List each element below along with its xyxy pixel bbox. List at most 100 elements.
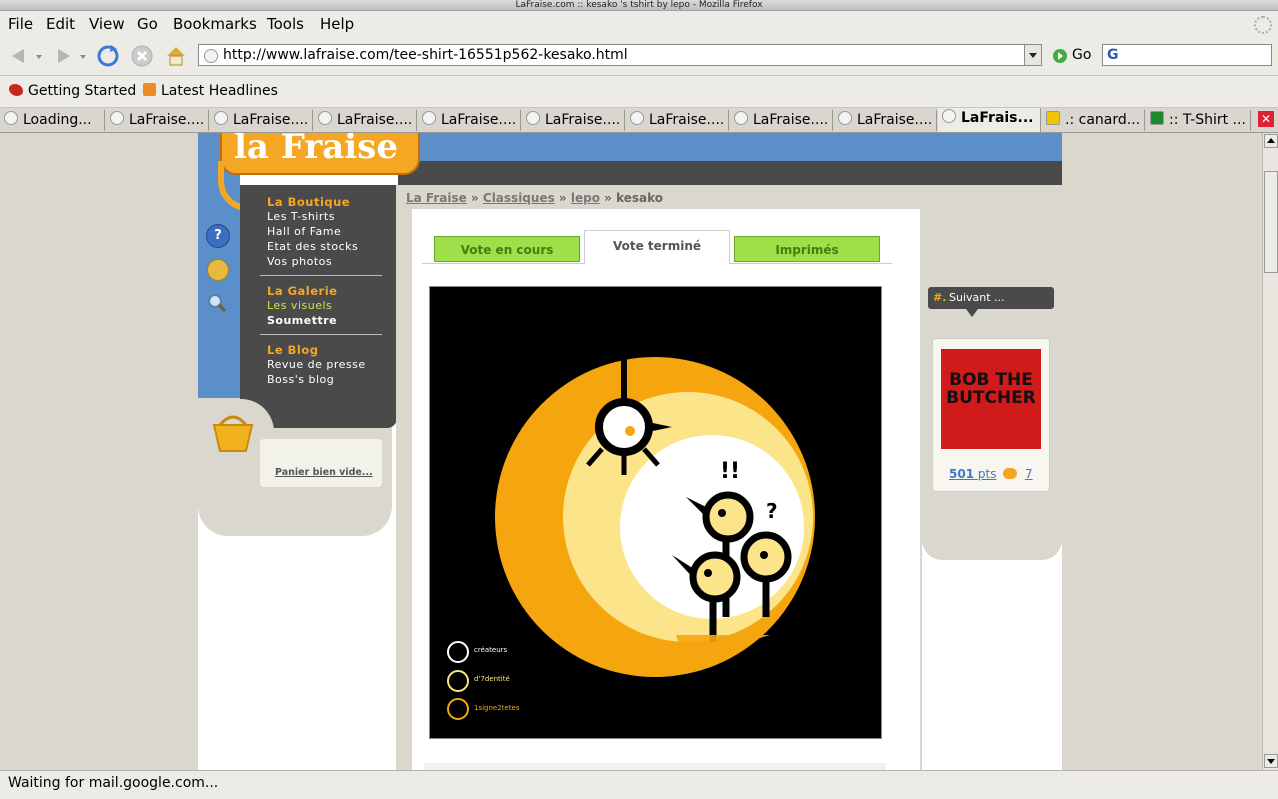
shopping-basket-icon[interactable] [210,411,256,453]
menu-tools[interactable]: Tools [267,15,304,33]
sidebar-item-visuels[interactable]: Les visuels [267,299,332,313]
lafraise-favicon-icon [838,111,852,125]
tab-lafraise-active[interactable]: LaFrais... [938,108,1041,132]
cart-box: Panier bien vide... [260,439,382,487]
artwork-exclaim: !! [720,459,741,484]
menu-help[interactable]: Help [320,15,354,33]
below-artwork-panel [424,763,886,770]
chevron-down-icon [36,55,42,59]
sidebar-item-tshirts[interactable]: Les T-shirts [267,210,335,224]
tab-lafraise-2[interactable]: LaFraise.... [210,110,313,131]
help-icon[interactable]: ? [206,224,230,248]
forward-history-dropdown[interactable] [78,43,88,69]
breadcrumb-current: kesako [616,191,664,205]
reload-button[interactable] [95,43,121,69]
go-button[interactable]: Go [1050,46,1098,66]
tab-lafraise-7[interactable]: LaFraise.... [730,110,833,131]
galerie-title[interactable]: La Galerie [267,284,337,298]
next-card: BOB THE BUTCHER 501 pts 7 [932,338,1050,492]
tab-canard[interactable]: .: canard... [1042,110,1145,131]
menu-file[interactable]: File [8,15,33,33]
page-viewport: la Fraise ? La Boutique Les T-shirts Hal… [0,133,1262,770]
breadcrumb: La Fraise » Classiques » lepo » kesako [406,191,664,205]
search-input[interactable]: G [1102,44,1272,66]
lafraise-favicon-icon [110,111,124,125]
site-favicon-icon [204,49,218,63]
tab-imprimes[interactable]: Imprimés [734,236,880,262]
stop-button[interactable] [129,43,155,69]
url-history-dropdown[interactable] [1024,45,1041,65]
lafraise-favicon-icon [422,111,436,125]
back-button[interactable] [6,43,32,69]
hash-icon: #. [933,291,947,304]
blog-title[interactable]: Le Blog [267,343,318,357]
boutique-title[interactable]: La Boutique [267,195,350,209]
tab-lafraise-1[interactable]: LaFraise.... [106,110,209,131]
back-history-dropdown[interactable] [34,43,44,69]
url-field[interactable]: http://www.lafraise.com/tee-shirt-16551p… [198,44,1042,66]
home-icon [167,47,185,66]
close-tab-button[interactable]: ✕ [1258,111,1274,127]
bookmark-getting-started[interactable]: Getting Started [28,83,136,99]
sidebar-item-boss-blog[interactable]: Boss's blog [267,373,334,387]
breadcrumb-author[interactable]: lepo [571,191,600,205]
menu-bookmarks[interactable]: Bookmarks [173,15,257,33]
next-comments-link[interactable]: 7 [1025,467,1033,481]
tshirt-artwork: !! ? créateurs d'7dentité 1signe2tetes [429,286,882,739]
search-icon[interactable] [207,293,227,313]
vertical-scrollbar[interactable] [1262,133,1278,770]
sidebar-item-photos[interactable]: Vos photos [267,255,332,269]
next-thumbnail[interactable]: BOB THE BUTCHER [941,349,1041,449]
tab-lafraise-6[interactable]: LaFraise.... [626,110,729,131]
tab-lafraise-5[interactable]: LaFraise.... [522,110,625,131]
forward-button[interactable] [50,43,76,69]
tab-vote-termine[interactable]: Vote terminé [584,230,730,264]
tab-lafraise-4[interactable]: LaFraise.... [418,110,521,131]
credit-createurs: créateurs [474,646,508,654]
go-label: Go [1072,47,1092,63]
google-search-engine-icon[interactable]: G [1107,47,1119,63]
tab-tshirt[interactable]: :: T-Shirt ... [1146,110,1251,131]
next-points-link[interactable]: 501 pts [949,467,996,481]
tab-lafraise-8[interactable]: LaFraise.... [834,110,937,131]
reload-icon [97,45,119,67]
tab-loading[interactable]: Loading... [0,110,105,131]
throbber-icon [1254,16,1272,34]
menu-bar: File Edit View Go Bookmarks Tools Help [0,11,1278,37]
next-header-pointer [966,309,978,317]
canard-favicon-icon [1046,111,1060,125]
coins-icon[interactable] [207,259,229,281]
back-arrow-icon [12,49,24,63]
home-button[interactable] [163,43,189,69]
bookmark-latest-headlines[interactable]: Latest Headlines [161,83,278,99]
close-icon: ✕ [1260,112,1272,126]
status-bar: Waiting for mail.google.com... [0,770,1278,799]
sidebar-item-soumettre[interactable]: Soumettre [267,314,337,328]
cart-empty-link[interactable]: Panier bien vide... [275,467,373,478]
scroll-thumb[interactable] [1264,171,1278,273]
sidebar-item-revue-presse[interactable]: Revue de presse [267,358,366,372]
sidebar-nav: La Boutique Les T-shirts Hall of Fame Et… [240,185,397,428]
breadcrumb-home[interactable]: La Fraise [406,191,467,205]
comment-bubble-icon [1003,468,1017,479]
arrow-down-icon [1267,759,1275,764]
loading-icon [4,111,18,125]
lafraise-favicon-icon [526,111,540,125]
scroll-down-button[interactable] [1264,754,1278,768]
lafraise-page: la Fraise ? La Boutique Les T-shirts Hal… [198,133,1062,770]
sidebar-item-stocks[interactable]: Etat des stocks [267,240,358,254]
tab-lafraise-3[interactable]: LaFraise.... [314,110,417,131]
breadcrumb-category[interactable]: Classiques [483,191,555,205]
menu-view[interactable]: View [89,15,125,33]
lafraise-favicon-icon [318,111,332,125]
artwork-question: ? [766,499,778,523]
bookmarks-toolbar: Getting Started Latest Headlines [0,76,1278,108]
divider [260,334,382,335]
chevron-down-icon [1029,53,1037,58]
tab-vote-en-cours[interactable]: Vote en cours [434,236,580,262]
menu-go[interactable]: Go [137,15,158,33]
tab-bar: Loading... LaFraise.... LaFraise.... LaF… [0,108,1278,133]
sidebar-item-hall-of-fame[interactable]: Hall of Fame [267,225,341,239]
scroll-up-button[interactable] [1264,134,1278,148]
menu-edit[interactable]: Edit [46,15,75,33]
